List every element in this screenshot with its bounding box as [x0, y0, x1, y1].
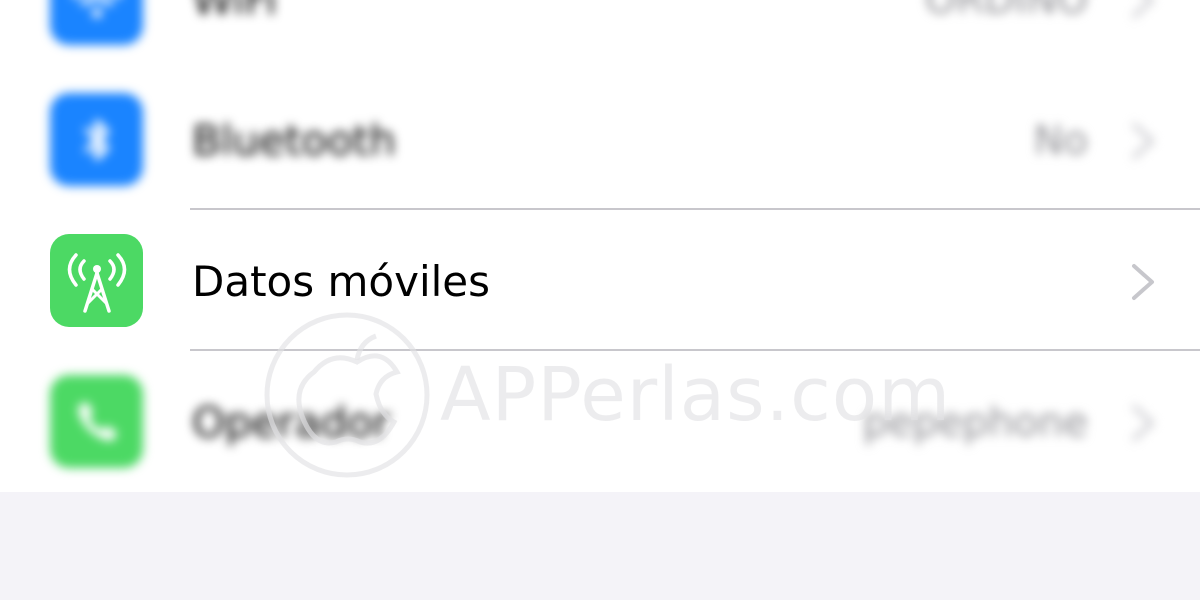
cellular-data-label: Datos móviles	[192, 257, 490, 306]
settings-row-carrier[interactable]: Operador pepephone	[0, 352, 1200, 493]
settings-row-wifi[interactable]: WiFi ORDINO	[0, 0, 1200, 70]
chevron-right-icon	[1132, 405, 1154, 441]
bluetooth-label: Bluetooth	[192, 116, 396, 165]
row-separator	[190, 349, 1200, 351]
chevron-right-icon	[1132, 0, 1154, 18]
chevron-right-icon	[1132, 264, 1154, 300]
wifi-value: ORDINO	[924, 0, 1088, 23]
carrier-value: pepephone	[862, 400, 1088, 446]
cellular-antenna-icon	[50, 234, 143, 327]
wifi-icon	[50, 0, 143, 45]
settings-row-bluetooth[interactable]: Bluetooth No	[0, 70, 1200, 211]
settings-row-cellular-data[interactable]: Datos móviles	[0, 211, 1200, 352]
chevron-right-icon	[1132, 123, 1154, 159]
bluetooth-value: No	[1033, 118, 1088, 164]
carrier-label: Operador	[192, 398, 391, 447]
bluetooth-icon	[50, 93, 143, 186]
grouped-list-background	[0, 492, 1200, 600]
wifi-label: WiFi	[192, 0, 277, 25]
row-separator	[190, 208, 1200, 210]
settings-list: WiFi ORDINO Bluetooth No	[0, 0, 1200, 492]
phone-icon	[50, 375, 143, 468]
